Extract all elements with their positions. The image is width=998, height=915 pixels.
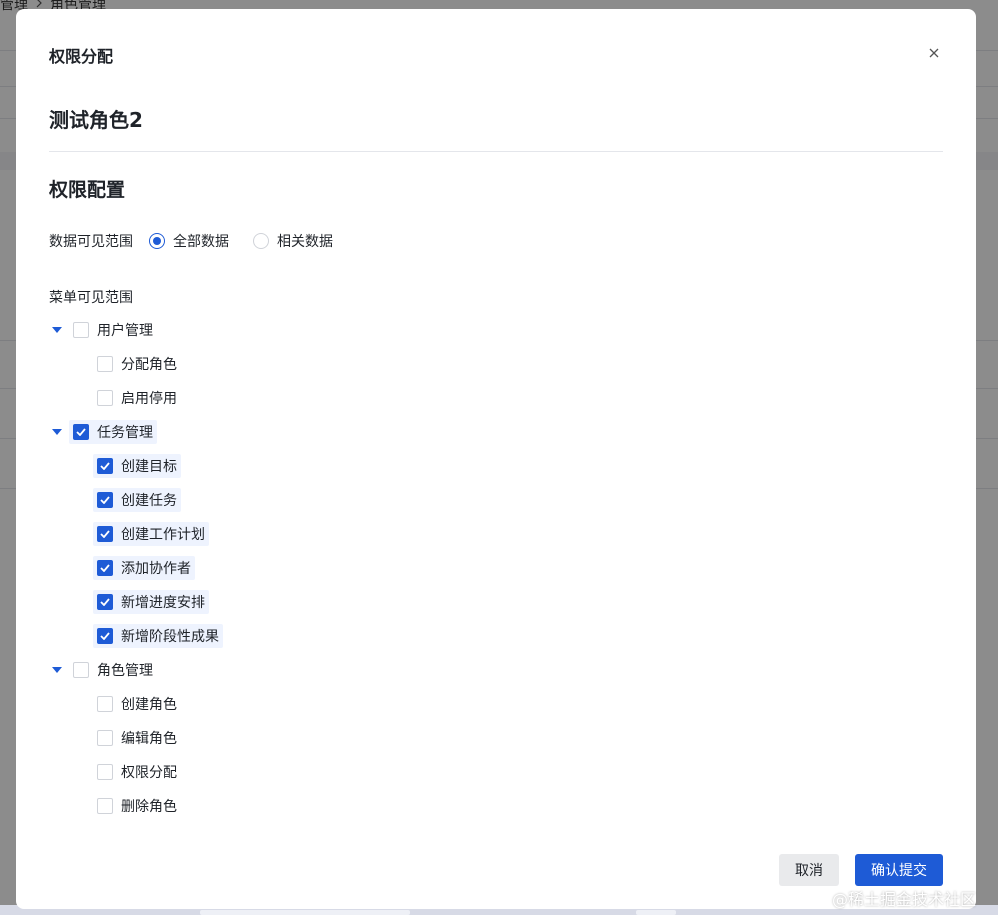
tree-node[interactable]: 新增进度安排 bbox=[93, 590, 209, 614]
tree-node-label: 创建工作计划 bbox=[121, 527, 205, 543]
section-title: 权限配置 bbox=[49, 179, 126, 201]
data-scope-label: 数据可见范围 bbox=[49, 234, 133, 250]
check-icon bbox=[100, 530, 110, 538]
check-icon bbox=[100, 462, 110, 470]
caret-down-icon[interactable] bbox=[49, 662, 65, 678]
radio-option-all-data[interactable]: 全部数据 bbox=[149, 231, 237, 251]
tree-node-label: 任务管理 bbox=[97, 425, 153, 441]
check-icon bbox=[100, 632, 110, 640]
tree-checkbox[interactable] bbox=[97, 696, 113, 712]
tree-node-label: 创建角色 bbox=[121, 697, 177, 713]
tree-checkbox[interactable] bbox=[97, 730, 113, 746]
check-icon bbox=[100, 496, 110, 504]
tree-node-label: 编辑角色 bbox=[121, 731, 177, 747]
tree-checkbox-checked[interactable] bbox=[97, 492, 113, 508]
tree-node-content[interactable]: 新增阶段性成果 bbox=[93, 624, 223, 648]
tree-node-content[interactable]: 新增进度安排 bbox=[93, 590, 209, 614]
confirm-submit-button[interactable]: 确认提交 bbox=[855, 854, 943, 886]
taskbar-tab bbox=[200, 910, 410, 915]
tree-node-content[interactable]: 任务管理 bbox=[69, 420, 157, 444]
tree-node[interactable]: 创建工作计划 bbox=[93, 522, 209, 546]
tree-checkbox-checked[interactable] bbox=[97, 458, 113, 474]
watermark: @稀土掘金技术社区 bbox=[832, 890, 977, 909]
tree-node[interactable]: 创建任务 bbox=[93, 488, 181, 512]
role-name: 测试角色2 bbox=[49, 108, 143, 132]
tree-node-content[interactable]: 添加协作者 bbox=[93, 556, 195, 580]
permission-dialog: 权限分配 测试角色2 权限配置 数据可见范围 全部数据 相关数据 菜单可见范围 … bbox=[16, 9, 976, 909]
tree-node-content[interactable]: 创建目标 bbox=[93, 454, 181, 478]
tree-node-label: 新增进度安排 bbox=[121, 595, 205, 611]
tree-checkbox[interactable] bbox=[97, 390, 113, 406]
tree-node-label: 添加协作者 bbox=[121, 561, 191, 577]
tree-node-label: 角色管理 bbox=[97, 663, 153, 679]
data-scope-field: 数据可见范围 全部数据 相关数据 bbox=[49, 231, 341, 251]
close-icon bbox=[928, 44, 940, 63]
radio-option-related-data[interactable]: 相关数据 bbox=[253, 231, 341, 251]
tree-checkbox[interactable] bbox=[73, 662, 89, 678]
tree-checkbox-checked[interactable] bbox=[97, 526, 113, 542]
tree-checkbox[interactable] bbox=[97, 798, 113, 814]
tree-node[interactable]: 启用停用 bbox=[97, 386, 177, 410]
tree-node-task-management[interactable]: 任务管理 bbox=[49, 420, 157, 444]
tree-node-user-management[interactable]: 用户管理 bbox=[49, 318, 153, 342]
tree-node-label: 创建目标 bbox=[121, 459, 177, 475]
divider bbox=[49, 151, 943, 152]
tree-node[interactable]: 新增阶段性成果 bbox=[93, 624, 223, 648]
tree-node-role-management[interactable]: 角色管理 bbox=[49, 658, 153, 682]
tree-node[interactable]: 编辑角色 bbox=[97, 726, 177, 750]
tree-node-content[interactable]: 创建工作计划 bbox=[93, 522, 209, 546]
caret-down-icon[interactable] bbox=[49, 424, 65, 440]
tree-node-label: 权限分配 bbox=[121, 765, 177, 781]
close-button[interactable] bbox=[922, 41, 946, 65]
tree-node-label: 启用停用 bbox=[121, 391, 177, 407]
tree-node-label: 删除角色 bbox=[121, 799, 177, 815]
tree-checkbox[interactable] bbox=[97, 764, 113, 780]
check-icon bbox=[100, 564, 110, 572]
tree-node[interactable]: 权限分配 bbox=[97, 760, 177, 784]
dialog-title: 权限分配 bbox=[49, 47, 114, 66]
tree-node-label: 分配角色 bbox=[121, 357, 177, 373]
tree-node[interactable]: 添加协作者 bbox=[93, 556, 195, 580]
taskbar-tab bbox=[636, 910, 676, 915]
tree-checkbox-checked[interactable] bbox=[97, 594, 113, 610]
tree-node[interactable]: 删除角色 bbox=[97, 794, 177, 818]
cancel-button[interactable]: 取消 bbox=[779, 854, 839, 886]
tree-checkbox-checked[interactable] bbox=[73, 424, 89, 440]
tree-checkbox[interactable] bbox=[97, 356, 113, 372]
tree-checkbox-checked[interactable] bbox=[97, 628, 113, 644]
menu-scope-label: 菜单可见范围 bbox=[49, 290, 133, 306]
tree-node[interactable]: 分配角色 bbox=[97, 352, 177, 376]
caret-down-icon[interactable] bbox=[49, 322, 65, 338]
radio-checked-icon[interactable] bbox=[149, 233, 165, 249]
tree-node-content[interactable]: 创建任务 bbox=[93, 488, 181, 512]
tree-checkbox-checked[interactable] bbox=[97, 560, 113, 576]
radio-label: 全部数据 bbox=[173, 234, 229, 250]
tree-node-label: 用户管理 bbox=[97, 323, 153, 339]
check-icon bbox=[76, 428, 86, 436]
radio-label: 相关数据 bbox=[277, 234, 333, 250]
tree-node-label: 创建任务 bbox=[121, 493, 177, 509]
radio-unchecked-icon[interactable] bbox=[253, 233, 269, 249]
tree-node-label: 新增阶段性成果 bbox=[121, 629, 219, 645]
tree-checkbox[interactable] bbox=[73, 322, 89, 338]
check-icon bbox=[100, 598, 110, 606]
tree-node[interactable]: 创建目标 bbox=[93, 454, 181, 478]
tree-node[interactable]: 创建角色 bbox=[97, 692, 177, 716]
